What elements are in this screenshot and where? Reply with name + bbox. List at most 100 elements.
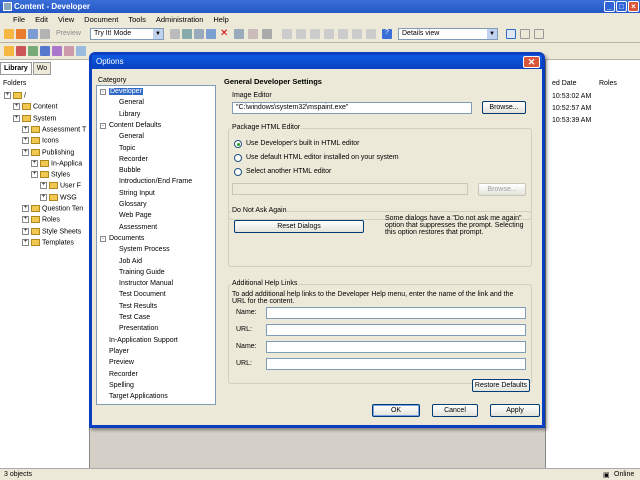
delete-icon[interactable]: ✕ [220, 29, 230, 39]
category-item[interactable]: Player [109, 348, 129, 355]
expand-icon[interactable]: + [40, 193, 47, 201]
new-module-icon[interactable] [16, 46, 26, 56]
table-row[interactable]: 10:53:39 AM [552, 117, 591, 124]
minimize-button[interactable]: _ [604, 1, 615, 12]
help-link-1-name-input[interactable] [266, 307, 526, 319]
folder-tree-item[interactable]: + Styles [31, 171, 70, 178]
category-item[interactable]: Content Defaults [109, 122, 161, 129]
history-icon[interactable] [338, 29, 348, 39]
restore-defaults-button[interactable]: Restore Defaults [472, 379, 530, 392]
radio-builtin-editor[interactable] [234, 140, 242, 148]
copy-icon[interactable] [182, 29, 192, 39]
apply-button[interactable]: Apply [490, 404, 540, 417]
expand-icon[interactable]: + [22, 125, 29, 133]
expand-icon[interactable]: + [13, 114, 20, 122]
column-header-date[interactable]: ed Date [552, 80, 577, 87]
category-item[interactable]: Test Results [119, 303, 157, 310]
category-item[interactable]: Glossary [119, 201, 147, 208]
image-editor-path-input[interactable]: "C:\windows\system32\mspaint.exe" [232, 102, 472, 114]
folder-tree-item[interactable]: + Publishing [22, 148, 74, 156]
print-icon[interactable] [40, 29, 50, 39]
checkout-icon[interactable] [310, 29, 320, 39]
folder-tree-item[interactable]: + System [13, 114, 56, 122]
category-item[interactable]: Job Aid [119, 258, 142, 265]
cut-icon[interactable] [170, 29, 180, 39]
category-item[interactable]: String Input [119, 190, 155, 197]
folder-tree-item[interactable]: + WSG [40, 193, 77, 201]
html-editor-path-input[interactable] [232, 183, 468, 195]
html-editor-browse-button[interactable]: Browse... [478, 183, 526, 196]
folder-tree-item[interactable]: + Templates [22, 238, 74, 246]
folder-tree-item[interactable]: + Question Ten [22, 205, 83, 212]
image-editor-browse-button[interactable]: Browse... [482, 101, 526, 114]
refresh-icon[interactable] [352, 29, 362, 39]
reset-dialogs-button[interactable]: Reset Dialogs [234, 220, 364, 233]
expand-icon[interactable]: + [22, 238, 29, 246]
tab-library[interactable]: Library [0, 62, 32, 75]
menu-file[interactable]: File [8, 13, 30, 26]
undo-icon[interactable] [282, 29, 292, 39]
import-icon[interactable] [76, 46, 86, 56]
category-item[interactable]: Developer [109, 88, 143, 95]
menu-administration[interactable]: Administration [151, 13, 209, 26]
folder-tree-item[interactable]: + Content [13, 103, 58, 111]
expand-icon[interactable]: + [22, 216, 29, 224]
folder-tree-item[interactable]: + Icons [22, 137, 59, 145]
new-icon[interactable] [4, 29, 14, 39]
redo-icon[interactable] [296, 29, 306, 39]
category-item[interactable]: Test Document [119, 291, 166, 298]
category-item[interactable]: Recorder [119, 156, 148, 163]
save-icon[interactable] [28, 29, 38, 39]
help-link-2-name-input[interactable] [266, 341, 526, 353]
publish-icon[interactable] [52, 46, 62, 56]
icon-view-icon[interactable] [534, 29, 544, 39]
expand-icon[interactable]: + [4, 92, 11, 99]
mode-select[interactable]: Try It! Mode ▼ [90, 28, 164, 40]
category-item[interactable]: System Process [119, 246, 170, 253]
close-button[interactable]: × [628, 1, 639, 12]
preview-button[interactable]: Preview [56, 30, 81, 37]
menu-tools[interactable]: Tools [123, 13, 151, 26]
category-item[interactable]: Topic [119, 145, 135, 152]
category-item[interactable]: Recorder [109, 371, 138, 378]
ok-button[interactable]: OK [372, 404, 420, 417]
expand-icon[interactable]: + [31, 159, 38, 167]
collapse-icon[interactable]: - [100, 89, 106, 95]
expand-icon[interactable]: + [22, 227, 29, 235]
folder-tree-item[interactable]: + Roles [22, 216, 60, 224]
cancel-button[interactable]: Cancel [432, 404, 478, 417]
dialog-close-button[interactable]: ✕ [523, 56, 540, 68]
category-item[interactable]: Documents [109, 235, 144, 242]
column-header-roles[interactable]: Roles [599, 80, 617, 87]
find-icon[interactable] [248, 29, 258, 39]
category-item[interactable]: Spelling [109, 382, 134, 389]
expand-icon[interactable]: + [22, 205, 29, 212]
tab-workspace[interactable]: Wo [32, 62, 52, 75]
details-view-icon[interactable] [506, 29, 516, 39]
view-select[interactable]: Details view ▼ [398, 28, 498, 40]
checkin-icon[interactable] [324, 29, 334, 39]
category-item[interactable]: Bubble [119, 167, 141, 174]
category-item[interactable]: Presentation [119, 325, 158, 332]
category-item[interactable]: Target Applications [109, 393, 168, 400]
category-item[interactable]: Web Page [119, 212, 152, 219]
table-row[interactable]: 10:53:02 AM [552, 93, 591, 100]
category-item[interactable]: General [119, 99, 144, 106]
record-icon[interactable] [64, 46, 74, 56]
duplicate-icon[interactable] [206, 29, 216, 39]
sync-icon[interactable] [366, 29, 376, 39]
folder-tree-item[interactable]: + User F [40, 182, 81, 190]
help-link-1-url-input[interactable] [266, 324, 526, 336]
menu-edit[interactable]: Edit [30, 13, 53, 26]
new-topic-icon[interactable] [40, 46, 50, 56]
menu-view[interactable]: View [53, 13, 79, 26]
paste-icon[interactable] [194, 29, 204, 39]
folder-tree-item[interactable]: + Style Sheets [22, 227, 81, 235]
folder-tree-item[interactable]: + Assessment T [22, 125, 86, 133]
expand-icon[interactable]: + [40, 182, 47, 190]
category-item[interactable]: Introduction/End Frame [119, 178, 192, 185]
list-view-icon[interactable] [520, 29, 530, 39]
expand-icon[interactable]: + [13, 103, 20, 111]
category-item[interactable]: Preview [109, 359, 134, 366]
menu-help[interactable]: Help [208, 13, 233, 26]
